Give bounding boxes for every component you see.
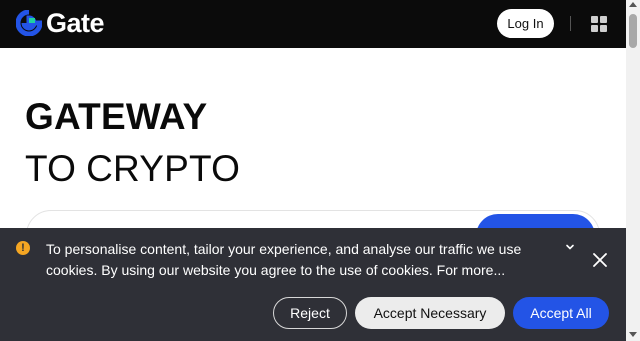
reject-cookies-button[interactable]: Reject: [273, 297, 347, 329]
hero-title-line1: GATEWAY: [25, 96, 208, 137]
accept-necessary-button[interactable]: Accept Necessary: [355, 297, 505, 329]
logo-wordmark: Gate: [46, 8, 105, 38]
scroll-thumb[interactable]: [629, 14, 637, 48]
hero-highlight-text: CRYPTO: [86, 148, 241, 189]
hero-title-highlight: CRYPTO: [86, 148, 240, 190]
cookie-banner: ! To personalise content, tailor your ex…: [0, 228, 626, 341]
warning-icon: !: [16, 241, 30, 255]
grid-cell: [600, 16, 607, 23]
header-divider: [570, 16, 571, 31]
close-icon[interactable]: [592, 252, 608, 268]
cookie-message: To personalise content, tailor your expe…: [46, 241, 522, 278]
scroll-up-arrow-icon[interactable]: [629, 2, 637, 7]
hero-title-prefix: TO: [25, 148, 77, 189]
grid-cell: [591, 25, 598, 32]
grid-cell: [591, 16, 598, 23]
accept-all-button[interactable]: Accept All: [513, 297, 609, 329]
top-navbar: Gate Log In: [0, 0, 626, 48]
scroll-down-arrow-icon[interactable]: [629, 332, 637, 337]
page: Gate Log In GATEWAY TO CRYPTO ! To perso…: [0, 0, 640, 341]
gate-logo-icon: [16, 10, 42, 36]
chevron-down-icon[interactable]: [565, 242, 575, 252]
login-button[interactable]: Log In: [497, 9, 554, 38]
gate-logo[interactable]: Gate: [16, 8, 105, 38]
grid-cell: [600, 25, 607, 32]
hero-title-line2: TO CRYPTO: [25, 148, 240, 190]
apps-grid-icon[interactable]: [591, 16, 607, 32]
page-scrollbar[interactable]: [626, 0, 640, 341]
